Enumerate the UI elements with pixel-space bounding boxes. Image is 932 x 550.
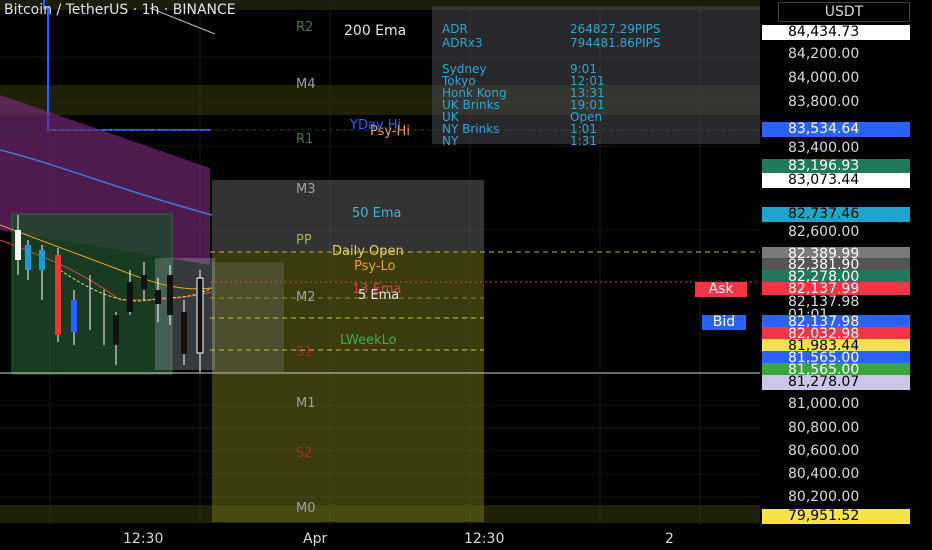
yday-label: YDay Hi xyxy=(350,118,402,133)
price-tick: 80,200.00 xyxy=(788,489,860,505)
price-badge: 82,737.46 xyxy=(762,207,910,222)
price-tick: 80,800.00 xyxy=(788,420,860,436)
price-tick: 83,800.00 xyxy=(788,94,860,110)
level-m0: M0 xyxy=(296,501,316,516)
session-name: NY xyxy=(442,134,459,148)
price-badge: 79,951.52 xyxy=(762,509,910,524)
time-tick: Apr xyxy=(303,531,328,547)
ema50-label: 50 Ema xyxy=(352,206,402,221)
session-value: 1:31 xyxy=(570,134,597,148)
daily-open-label: Daily Open xyxy=(332,244,404,259)
ema5-label: 5 Ema xyxy=(358,288,400,303)
psy-lo-label: Psy-Lo xyxy=(354,259,396,274)
price-tick: 81,000.00 xyxy=(788,396,860,412)
adr-label: ADR xyxy=(442,22,468,36)
ask-tag[interactable]: Ask xyxy=(695,282,747,297)
currency-selector[interactable]: USDT xyxy=(778,2,910,22)
price-tick: 83,400.00 xyxy=(788,140,860,156)
ema200-label: 200 Ema xyxy=(344,23,407,39)
price-tick: 84,000.00 xyxy=(788,70,860,86)
price-tick: 84,200.00 xyxy=(788,46,860,62)
price-tick: 80,400.00 xyxy=(788,466,860,482)
level-r1: R1 xyxy=(296,132,314,147)
bid-tag[interactable]: Bid xyxy=(702,315,746,330)
price-badge: 84,434.73 xyxy=(762,25,910,40)
level-s1: S1 xyxy=(296,345,313,360)
info-panel: ADR 264827.29PIPS ADRx3 794481.86PIPS Sy… xyxy=(432,6,765,148)
price-tick: 80,600.00 xyxy=(788,443,860,459)
adrx3-label: ADRx3 xyxy=(442,36,483,50)
level-m2: M2 xyxy=(296,290,316,305)
level-m3: M3 xyxy=(296,182,316,197)
adrx3-value: 794481.86PIPS xyxy=(570,36,661,50)
time-tick: 2 xyxy=(665,531,674,547)
lweekly-label: LWeekLo xyxy=(340,333,397,348)
price-tick: 82,600.00 xyxy=(788,224,860,240)
time-tick: 12:30 xyxy=(464,531,505,547)
price-badge: 83,534.64 xyxy=(762,122,910,137)
chart-title: Bitcoin / TetherUS · 1h · BINANCE xyxy=(4,2,236,18)
adr-value: 264827.29PIPS xyxy=(570,22,661,36)
level-s2: S2 xyxy=(296,446,313,461)
level-m4: M4 xyxy=(296,77,316,92)
price-badge: 83,073.44 xyxy=(762,173,910,188)
gray-zone xyxy=(212,180,484,252)
level-r2: R2 xyxy=(296,20,314,35)
level-pp: PP xyxy=(296,233,312,248)
level-m1: M1 xyxy=(296,396,316,411)
time-tick: 12:30 xyxy=(123,531,164,547)
price-badge: 81,278.07 xyxy=(762,375,910,390)
time-axis[interactable]: 12:30 Apr 12:30 2 xyxy=(0,526,760,550)
